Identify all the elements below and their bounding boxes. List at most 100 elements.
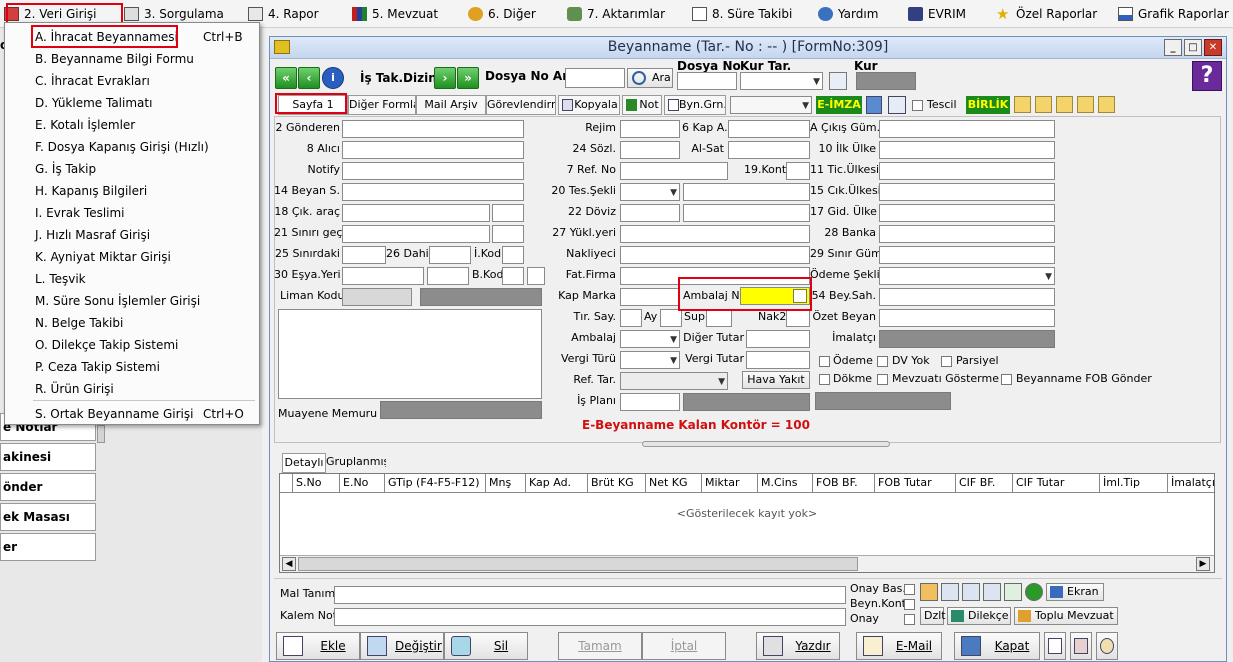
dilekce-button[interactable]: Dilekçe bbox=[947, 607, 1011, 625]
degistir-button[interactable]: Değiştir bbox=[360, 632, 444, 660]
toplu-mevzuat-button[interactable]: Toplu Mevzuat bbox=[1014, 607, 1118, 625]
col-cif-bf[interactable]: CIF BF. bbox=[956, 474, 1013, 492]
liman-kodu-input[interactable] bbox=[342, 288, 412, 306]
help-question-icon[interactable]: ? bbox=[1192, 61, 1222, 91]
col-iml-tip[interactable]: İml.Tip bbox=[1100, 474, 1168, 492]
users-icon[interactable] bbox=[920, 583, 938, 601]
dahili-input[interactable] bbox=[429, 246, 471, 264]
diger-tutar-input[interactable] bbox=[746, 330, 810, 348]
fob-gonder-checkbox[interactable] bbox=[1001, 374, 1012, 385]
next-record-button[interactable]: › bbox=[434, 67, 456, 89]
rejim-input[interactable] bbox=[620, 120, 680, 138]
sil-button[interactable]: Sil bbox=[444, 632, 528, 660]
ekran-button[interactable]: Ekran bbox=[1046, 583, 1104, 601]
dv-yok-checkbox[interactable] bbox=[877, 356, 888, 367]
kap-marka-input[interactable] bbox=[620, 288, 680, 306]
left-pane-item-masasi[interactable]: ek Masası bbox=[0, 503, 96, 531]
excel-icon[interactable] bbox=[1004, 583, 1022, 601]
search-document-icon[interactable] bbox=[888, 96, 906, 114]
tes-sekli-text[interactable] bbox=[683, 183, 810, 201]
kap-a-input[interactable] bbox=[728, 120, 810, 138]
notify-input[interactable] bbox=[342, 162, 524, 180]
folder-user-icon[interactable] bbox=[1077, 96, 1094, 113]
tab-sayfa-1[interactable]: Sayfa 1 bbox=[278, 95, 348, 115]
close-button[interactable]: ✕ bbox=[1204, 39, 1222, 56]
ilk-ulke-input[interactable] bbox=[879, 141, 1055, 159]
info-icon[interactable]: i bbox=[322, 67, 344, 89]
kont-input[interactable] bbox=[786, 162, 810, 180]
signature-device-icon[interactable] bbox=[866, 96, 882, 114]
left-pane-scrollbar[interactable] bbox=[97, 425, 105, 443]
tab-gruplanmis[interactable]: Gruplanmış bbox=[326, 453, 386, 473]
dropdown-item-6[interactable]: G. İş Takip bbox=[5, 158, 259, 180]
prev-record-button[interactable]: ‹ bbox=[298, 67, 320, 89]
bey-sah-input[interactable] bbox=[879, 288, 1055, 306]
dropdown-item-12[interactable]: M. Süre Sonu İşlemler Girişi bbox=[5, 290, 259, 312]
col-imalatci[interactable]: İmalatçı bbox=[1168, 474, 1214, 492]
kur-tar-select[interactable] bbox=[740, 72, 823, 90]
folder-icon[interactable] bbox=[1014, 96, 1031, 113]
tab-extra-select[interactable] bbox=[730, 96, 812, 114]
col-net-kg[interactable]: Net KG bbox=[646, 474, 702, 492]
b-kod-input[interactable] bbox=[502, 267, 524, 285]
dropdown-item-1[interactable]: B. Beyanname Bilgi Formu bbox=[5, 48, 259, 70]
kalem-not-input[interactable] bbox=[334, 608, 846, 626]
tab-detayli[interactable]: Detaylı bbox=[282, 453, 326, 473]
dropdown-item-13[interactable]: N. Belge Takibi bbox=[5, 312, 259, 334]
beyan-s-input[interactable] bbox=[342, 183, 524, 201]
dropdown-item-17[interactable]: S. Ortak Beyanname Girişi Ctrl+O bbox=[5, 403, 259, 425]
col-kap-ad[interactable]: Kap Ad. bbox=[526, 474, 588, 492]
col-m-cins[interactable]: M.Cins bbox=[758, 474, 813, 492]
doviz-text[interactable] bbox=[683, 204, 810, 222]
byn-grn-button[interactable]: Byn.Grn. bbox=[664, 95, 726, 115]
tab-gorevlendirme[interactable]: Görevlendirme bbox=[486, 95, 556, 115]
left-pane-item-er[interactable]: er bbox=[0, 533, 96, 561]
ambalaj-no-input[interactable] bbox=[740, 287, 810, 305]
menu-rapor[interactable]: 4. Rapor bbox=[246, 4, 319, 24]
menu-yardim[interactable]: Yardım bbox=[816, 4, 878, 24]
notes-textarea[interactable] bbox=[278, 309, 542, 399]
odeme-checkbox[interactable] bbox=[819, 356, 830, 367]
detail-grid[interactable]: S.No E.No GTip (F4-F5-F12) Mnş Kap Ad. B… bbox=[279, 473, 1215, 573]
banka-input[interactable] bbox=[879, 225, 1055, 243]
fat-firma-input[interactable] bbox=[620, 267, 810, 285]
menu-sure-takibi[interactable]: 8. Süre Takibi bbox=[690, 4, 792, 24]
mevzuati-gosterme-checkbox[interactable] bbox=[877, 374, 888, 385]
cikis-gum-input[interactable] bbox=[879, 120, 1055, 138]
tir-say-input[interactable] bbox=[620, 309, 642, 327]
sup-input[interactable] bbox=[706, 309, 732, 327]
nakliyeci-input[interactable] bbox=[620, 246, 810, 264]
sozl-input[interactable] bbox=[620, 141, 680, 159]
dropdown-item-2[interactable]: C. İhracat Evrakları bbox=[5, 70, 259, 92]
esya-yeri-code-input[interactable] bbox=[427, 267, 469, 285]
col-mns[interactable]: Mnş bbox=[486, 474, 526, 492]
splitter-handle[interactable] bbox=[642, 441, 890, 447]
calendar-icon[interactable] bbox=[829, 72, 847, 90]
menu-diger[interactable]: 6. Diğer bbox=[466, 4, 536, 24]
col-eno[interactable]: E.No bbox=[340, 474, 385, 492]
al-sat-input[interactable] bbox=[728, 141, 810, 159]
nak2-input[interactable] bbox=[786, 309, 810, 327]
grid-hscrollbar[interactable]: ◀ ▶ bbox=[280, 555, 1214, 572]
sinir-gum-input[interactable] bbox=[879, 246, 1055, 264]
dosya-no-input[interactable] bbox=[677, 72, 737, 90]
i-kod-input[interactable] bbox=[502, 246, 524, 264]
dropdown-item-7[interactable]: H. Kapanış Bilgileri bbox=[5, 180, 259, 202]
is-plani-input[interactable] bbox=[620, 393, 680, 411]
col-fob-bf[interactable]: FOB BF. bbox=[813, 474, 875, 492]
dropdown-item-9[interactable]: J. Hızlı Masraf Girişi bbox=[5, 224, 259, 246]
ozet-beyan-input[interactable] bbox=[879, 309, 1055, 327]
scroll-left-icon[interactable]: ◀ bbox=[282, 557, 296, 571]
col-miktar[interactable]: Miktar bbox=[702, 474, 758, 492]
calculator-icon[interactable] bbox=[983, 583, 1001, 601]
dosya-no-ara-input[interactable] bbox=[565, 68, 625, 88]
siniri-gec-code-input[interactable] bbox=[492, 225, 524, 243]
dropdown-item-14[interactable]: O. Dilekçe Takip Sistemi bbox=[5, 334, 259, 356]
dzlt-button[interactable]: Dzlt bbox=[920, 607, 946, 625]
ay-input[interactable] bbox=[660, 309, 682, 327]
not-button[interactable]: Not bbox=[622, 95, 662, 115]
dokme-checkbox[interactable] bbox=[819, 374, 830, 385]
col-brut-kg[interactable]: Brüt KG bbox=[588, 474, 646, 492]
doviz-input[interactable] bbox=[620, 204, 680, 222]
folder-up-icon[interactable] bbox=[1035, 96, 1052, 113]
